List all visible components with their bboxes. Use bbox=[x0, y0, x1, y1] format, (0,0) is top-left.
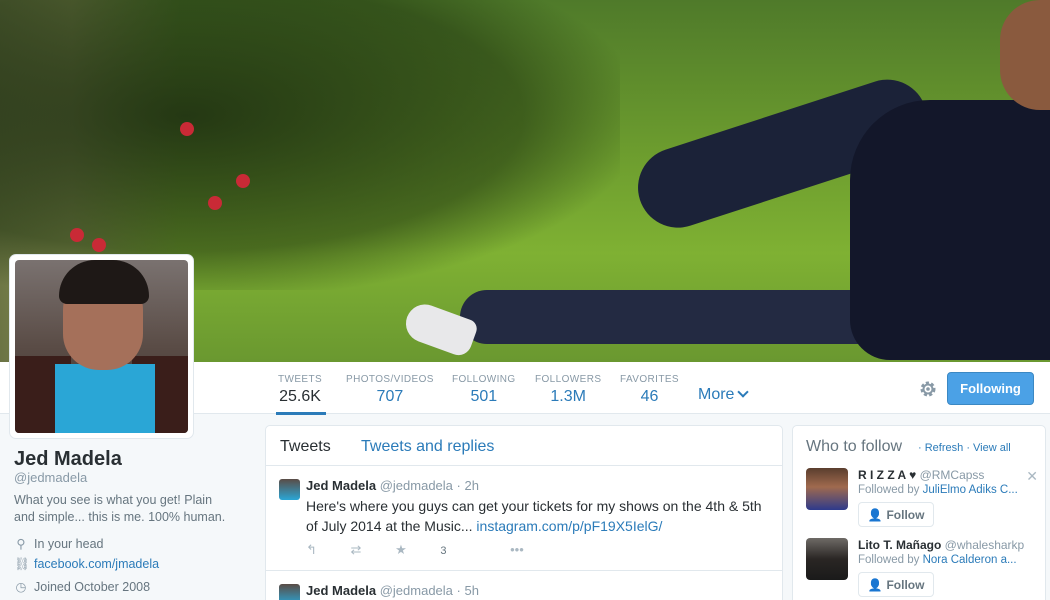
star-icon: ★ bbox=[395, 542, 407, 557]
stat-label: FOLLOWERS bbox=[535, 374, 602, 385]
suggestion-item: Lito T. Mañago @whalesharkp Followed by … bbox=[806, 538, 1042, 600]
reply-icon[interactable]: ↰ bbox=[306, 542, 317, 558]
stat-value: 25.6K bbox=[279, 388, 321, 405]
more-actions-icon[interactable]: ••• bbox=[510, 542, 524, 557]
tweet-avatar[interactable] bbox=[279, 479, 300, 500]
favorite-count: 3 bbox=[440, 545, 447, 557]
website-link[interactable]: facebook.com/jmadela bbox=[34, 557, 159, 571]
who-to-follow-title: Who to follow bbox=[806, 438, 903, 455]
who-to-follow-links: · Refresh · View all bbox=[918, 442, 1011, 454]
tweet-avatar[interactable] bbox=[279, 584, 300, 600]
tweet-author-name[interactable]: Jed Madela bbox=[306, 583, 376, 598]
tweet[interactable]: Jed Madela @jedmadela · 2h Here's where … bbox=[266, 466, 782, 571]
stat-label: PHOTOS/VIDEOS bbox=[346, 374, 434, 385]
suggestion-name-line: Lito T. Mañago @whalesharkp bbox=[858, 538, 1024, 552]
clock-icon: ◷ bbox=[15, 580, 27, 594]
suggestion-avatar[interactable] bbox=[806, 468, 848, 510]
tweet-author-handle[interactable]: @jedmadela bbox=[380, 478, 453, 493]
stat-value: 46 bbox=[640, 388, 659, 405]
tweet-author-name[interactable]: Jed Madela bbox=[306, 478, 376, 493]
suggestion-name[interactable]: Lito T. Mañago bbox=[858, 538, 941, 552]
followed-by-prefix: Followed by bbox=[858, 554, 920, 566]
suggestion-avatar[interactable] bbox=[806, 538, 848, 580]
location-text: In your head bbox=[34, 537, 104, 551]
tweet-header: Jed Madela @jedmadela · 5h bbox=[306, 583, 479, 598]
stat-label: FAVORITES bbox=[620, 374, 679, 385]
stat-photos-videos[interactable]: PHOTOS/VIDEOS 707 bbox=[346, 374, 434, 406]
dismiss-icon[interactable]: ✕ bbox=[1026, 468, 1038, 485]
chevron-down-icon bbox=[737, 386, 750, 398]
profile-website[interactable]: ⛓ facebook.com/jmadela bbox=[14, 557, 159, 572]
stat-value: 501 bbox=[470, 388, 498, 405]
following-button[interactable]: Following bbox=[947, 372, 1034, 405]
followed-by-prefix: Followed by bbox=[858, 484, 920, 496]
profile-name[interactable]: Jed Madela bbox=[14, 448, 122, 471]
stat-value: 1.3M bbox=[550, 388, 586, 405]
link-icon: ⛓ bbox=[14, 557, 30, 571]
stat-value: 707 bbox=[376, 388, 404, 405]
joined-text: Joined October 2008 bbox=[34, 580, 151, 594]
tweet-link[interactable]: instagram.com/p/pF19X5IelG/ bbox=[476, 518, 662, 534]
follow-button[interactable]: 👤 Follow bbox=[858, 502, 934, 527]
tweet-timestamp[interactable]: · 5h bbox=[457, 583, 479, 598]
followed-by-link[interactable]: Nora Calderon a... bbox=[923, 554, 1017, 566]
tab-tweets[interactable]: Tweets bbox=[280, 438, 331, 456]
suggestion-name-line: R I Z Z A ♥ @RMCapss bbox=[858, 468, 984, 482]
gear-icon[interactable] bbox=[918, 379, 938, 399]
suggestion-handle[interactable]: @RMCapss bbox=[920, 468, 985, 482]
retweet-icon[interactable]: ⇄ bbox=[351, 542, 362, 558]
timeline: Tweets Tweets and replies Jed Madela @je… bbox=[265, 425, 783, 600]
profile-location: ⚲ In your head bbox=[14, 536, 104, 551]
stat-following[interactable]: FOLLOWING 501 bbox=[452, 374, 516, 406]
follow-button[interactable]: 👤 Follow bbox=[858, 572, 934, 597]
profile-handle[interactable]: @jedmadela bbox=[14, 470, 87, 485]
followed-by: Followed by JuliElmo Adiks C... bbox=[858, 484, 1028, 496]
stat-label: FOLLOWING bbox=[452, 374, 516, 385]
suggestion-handle[interactable]: @whalesharkp bbox=[945, 538, 1025, 552]
tweet[interactable]: Jed Madela @jedmadela · 5h bbox=[266, 571, 782, 600]
stat-tweets[interactable]: TWEETS 25.6K bbox=[275, 374, 327, 415]
followed-by-link[interactable]: JuliElmo Adiks C... bbox=[923, 484, 1018, 496]
followed-by: Followed by Nora Calderon a... bbox=[858, 554, 1028, 566]
view-all-link[interactable]: · View all bbox=[966, 442, 1010, 454]
follow-label: Follow bbox=[886, 577, 925, 592]
tab-tweets-and-replies[interactable]: Tweets and replies bbox=[361, 438, 494, 456]
who-to-follow-panel: Who to follow · Refresh · View all R I Z… bbox=[792, 425, 1046, 600]
suggestion-name[interactable]: R I Z Z A ♥ bbox=[858, 468, 916, 482]
stat-followers[interactable]: FOLLOWERS 1.3M bbox=[535, 374, 601, 406]
follow-label: Follow bbox=[886, 507, 925, 522]
stat-label: TWEETS bbox=[278, 374, 323, 385]
profile-bio: What you see is what you get! Plain and … bbox=[14, 493, 226, 524]
suggestion-item: R I Z Z A ♥ @RMCapss Followed by JuliElm… bbox=[806, 468, 1042, 534]
favorite-button[interactable]: ★ 3 bbox=[395, 542, 476, 558]
add-user-icon: 👤 bbox=[867, 577, 883, 592]
more-label: More bbox=[698, 386, 735, 403]
stat-favorites[interactable]: FAVORITES 46 bbox=[620, 374, 679, 406]
tweet-author-handle[interactable]: @jedmadela bbox=[380, 583, 453, 598]
profile-avatar[interactable] bbox=[9, 254, 194, 439]
tweet-header: Jed Madela @jedmadela · 2h bbox=[306, 478, 479, 493]
add-user-icon: 👤 bbox=[867, 507, 883, 522]
timeline-tabs: Tweets Tweets and replies bbox=[266, 426, 782, 466]
location-pin-icon: ⚲ bbox=[16, 537, 26, 551]
profile-joined: ◷ Joined October 2008 bbox=[14, 579, 151, 594]
more-dropdown[interactable]: More bbox=[698, 386, 750, 404]
refresh-link[interactable]: · Refresh bbox=[918, 442, 963, 454]
tweet-actions: ↰ ⇄ ★ 3 ••• bbox=[306, 542, 554, 558]
tweet-text: Here's where you guys can get your ticke… bbox=[306, 496, 766, 536]
tweet-timestamp[interactable]: · 2h bbox=[457, 478, 479, 493]
